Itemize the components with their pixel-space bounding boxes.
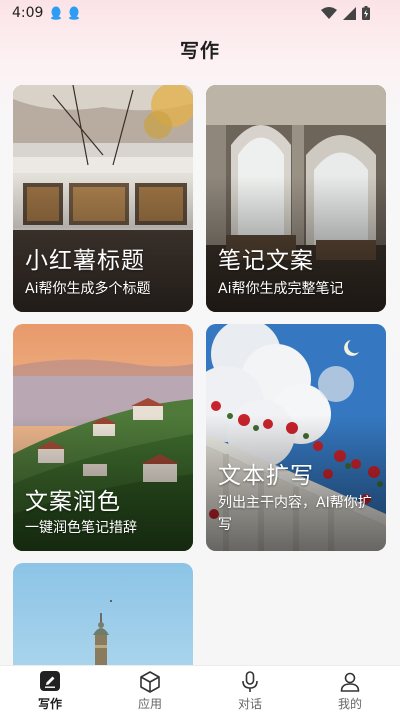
bottom-tab-bar: 写作 应用 对话 我的: [0, 665, 400, 712]
card-copy-polish[interactable]: 文案润色 一键润色笔记措辞: [13, 324, 193, 551]
card-title: 文案润色: [25, 489, 121, 515]
tab-label: 应用: [137, 697, 162, 711]
tab-profile[interactable]: 我的: [300, 666, 400, 712]
signal-icon: [343, 6, 356, 20]
card-text-expand[interactable]: 文本扩写 列出主干内容，AI帮你扩写: [206, 324, 386, 551]
page-title: 写作: [179, 40, 220, 62]
card-title: 笔记文案: [218, 248, 314, 274]
card-subtitle: Ai帮你生成完整笔记: [218, 281, 344, 297]
tab-label: 对话: [237, 697, 262, 711]
card-subtitle: 列出主干内容，AI帮你扩写: [218, 495, 372, 533]
card-subtitle: 一键润色笔记措辞: [25, 520, 137, 536]
qq-notification-icon: [69, 6, 79, 20]
wifi-icon: [321, 7, 337, 19]
card-fifth[interactable]: [13, 563, 193, 665]
card-xiaohongshu-title[interactable]: 小红薯标题 Ai帮你生成多个标题: [13, 85, 193, 312]
tab-label: 我的: [337, 697, 362, 711]
card-note-copy[interactable]: 笔记文案 Ai帮你生成完整笔记: [206, 85, 386, 312]
card-title: 小红薯标题: [25, 248, 145, 274]
qq-notification-icon: [51, 6, 61, 20]
tower-image: [13, 563, 193, 665]
tab-writing[interactable]: 写作: [0, 666, 100, 712]
person-icon: [340, 672, 360, 692]
status-time: 4:09: [12, 5, 44, 21]
battery-icon: [362, 6, 370, 20]
pen-icon: [40, 671, 60, 691]
cube-icon: [140, 671, 160, 693]
tab-apps[interactable]: 应用: [100, 666, 200, 712]
tab-label: 写作: [37, 697, 62, 711]
card-title: 文本扩写: [218, 463, 314, 489]
tab-chat[interactable]: 对话: [200, 666, 300, 712]
microphone-icon: [242, 671, 258, 692]
card-subtitle: Ai帮你生成多个标题: [25, 281, 151, 297]
status-bar: 4:09: [0, 0, 400, 28]
